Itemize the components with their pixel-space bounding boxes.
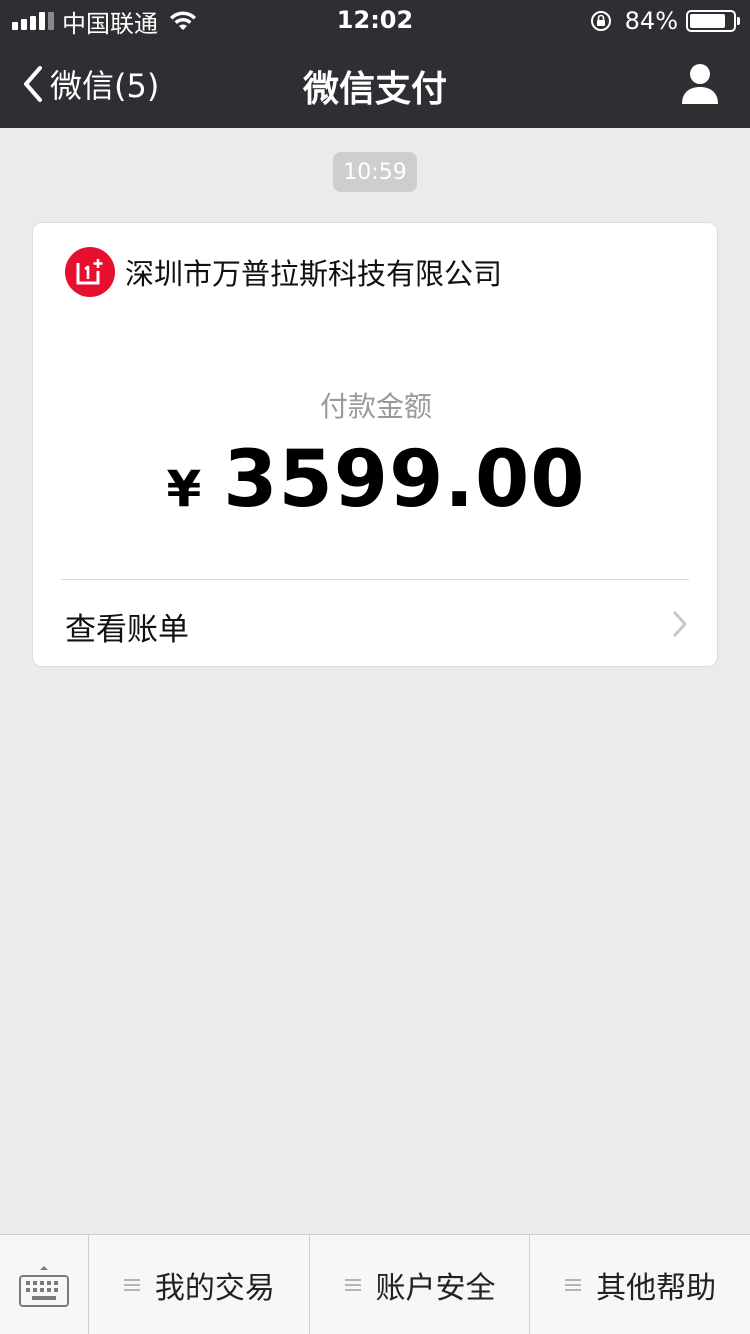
payment-amount: 3599.00 <box>223 435 586 525</box>
chevron-right-icon <box>673 611 687 637</box>
merchant-logo-icon <box>65 247 115 297</box>
menu-item-transactions[interactable]: 我的交易 <box>89 1235 310 1334</box>
menu-icon <box>565 1279 582 1291</box>
amount-display: ¥ 3599.00 <box>33 435 719 525</box>
menu-icon <box>123 1279 140 1291</box>
menu-icon <box>344 1279 361 1291</box>
rotation-lock-icon <box>590 11 611 31</box>
message-timestamp: 10:59 <box>333 152 417 192</box>
bottom-menu: 我的交易 账户安全 其他帮助 <box>0 1234 750 1334</box>
user-icon[interactable] <box>680 62 720 106</box>
menu-item-label: 其他帮助 <box>596 1271 717 1306</box>
keyboard-toggle-button[interactable] <box>0 1235 89 1334</box>
header: 中国联通 12:02 84% 微信(5) 微信支付 <box>0 0 750 128</box>
view-bill-row[interactable]: 查看账单 <box>33 580 719 668</box>
battery-icon <box>686 10 740 32</box>
currency-symbol: ¥ <box>166 460 202 518</box>
menu-item-help[interactable]: 其他帮助 <box>530 1235 750 1334</box>
menu-item-label: 我的交易 <box>154 1271 275 1306</box>
payment-card: 深圳市万普拉斯科技有限公司 付款金额 ¥ 3599.00 查看账单 <box>32 222 718 667</box>
battery-fill <box>690 14 726 28</box>
amount-label: 付款金额 <box>319 390 432 423</box>
menu-item-label: 账户安全 <box>375 1271 496 1306</box>
view-bill-label: 查看账单 <box>65 612 189 648</box>
status-bar: 中国联通 12:02 84% <box>0 0 750 40</box>
merchant-name: 深圳市万普拉斯科技有限公司 <box>125 257 503 291</box>
page-title: 微信支付 <box>302 69 447 110</box>
keyboard-icon <box>19 1266 69 1307</box>
menu-item-account-security[interactable]: 账户安全 <box>310 1235 531 1334</box>
merchant-header: 深圳市万普拉斯科技有限公司 <box>65 247 502 297</box>
battery-percent: 84% <box>624 7 678 35</box>
nav-bar: 微信(5) 微信支付 <box>0 40 750 128</box>
status-right: 84% <box>589 6 740 36</box>
